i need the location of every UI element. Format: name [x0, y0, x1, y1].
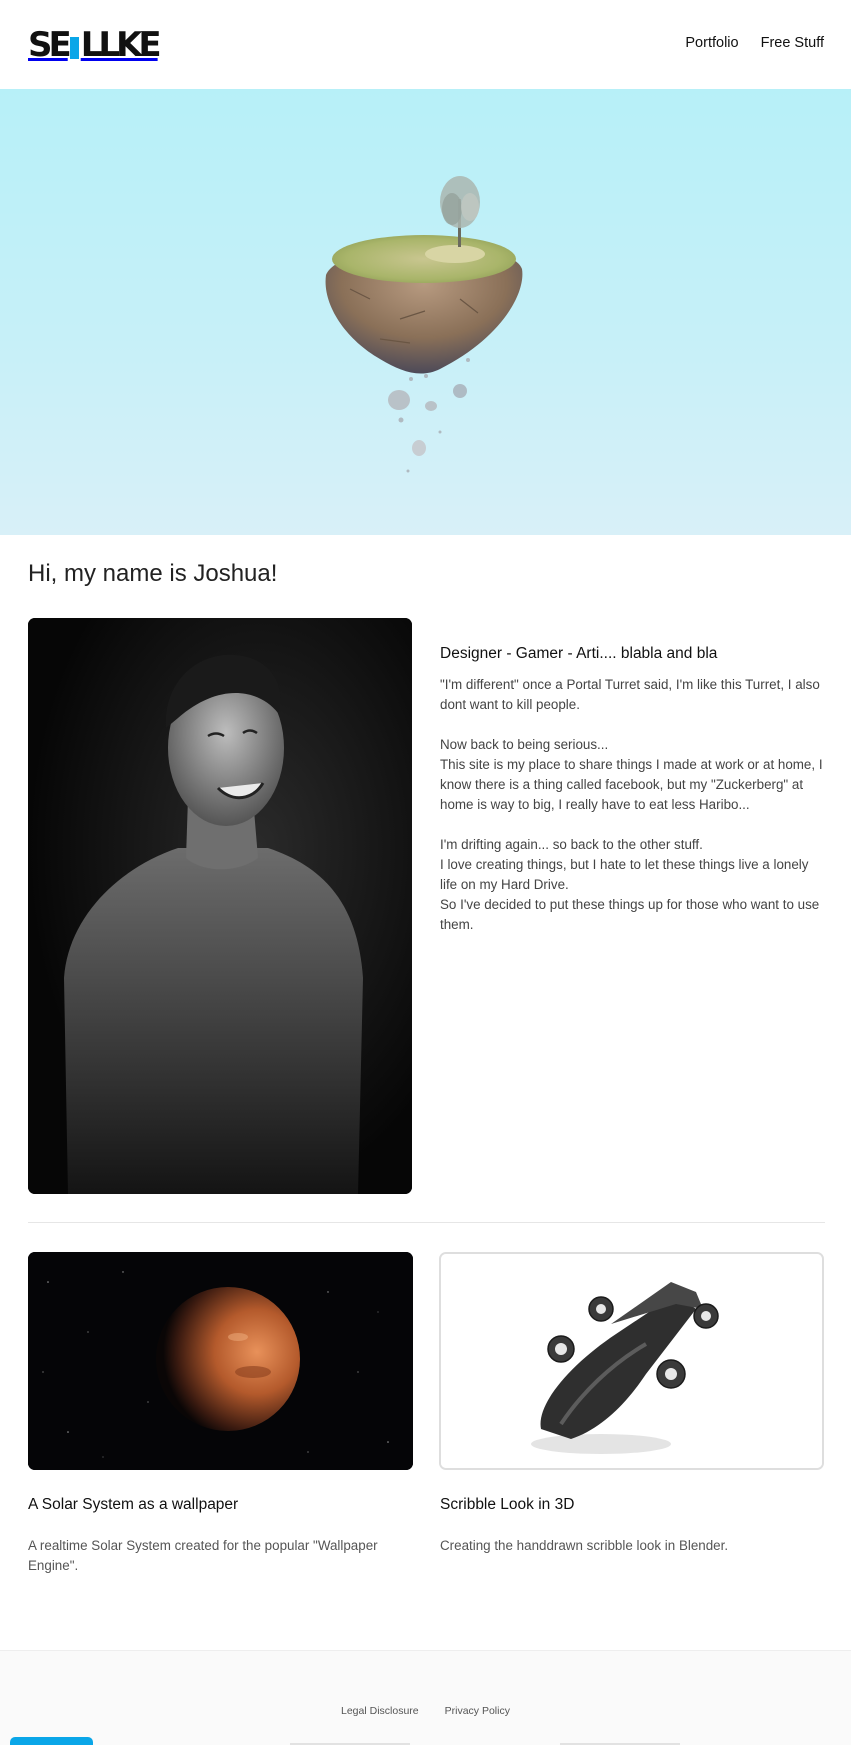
logo-text-end: LLKE	[80, 25, 162, 65]
nav-link-portfolio[interactable]: Portfolio	[685, 35, 738, 51]
project-desc-solar: A realtime Solar System created for the …	[28, 1538, 378, 1573]
site-logo[interactable]: SE LLKE	[28, 25, 162, 65]
logo-text-start: SE	[28, 25, 72, 65]
about-text: "I'm different" once a Portal Turret sai…	[440, 677, 823, 932]
about-section: Designer - Gamer - Arti.... blabla and b…	[440, 645, 826, 935]
project-card-solar-image[interactable]	[28, 1252, 413, 1470]
page-title: Hi, my name is Joshua!	[28, 560, 278, 587]
site-footer: Legal Disclosure Privacy Policy	[0, 1651, 851, 1745]
smiling-man-portrait-photo	[28, 618, 412, 1194]
project-title-solar[interactable]: A Solar System as a wallpaper	[28, 1496, 238, 1514]
portrait-photo	[28, 618, 412, 1194]
nav-link-free-stuff[interactable]: Free Stuff	[761, 35, 824, 51]
site-header: SE LLKE Portfolio Free Stuff	[0, 0, 851, 89]
project-desc-scribble: Creating the handdrawn scribble look in …	[440, 1538, 729, 1553]
mars-planet-image	[28, 1252, 413, 1470]
3d-spaceship-render	[441, 1254, 822, 1468]
hero-banner	[0, 89, 851, 535]
footer-links: Legal Disclosure Privacy Policy	[0, 1705, 851, 1717]
main-nav: Portfolio Free Stuff	[685, 35, 824, 51]
project-title-scribble[interactable]: Scribble Look in 3D	[440, 1496, 574, 1514]
floating-island-illustration	[325, 176, 523, 473]
section-divider	[28, 1222, 825, 1223]
project-card-scribble-image[interactable]	[439, 1252, 824, 1470]
footer-link-privacy-policy[interactable]: Privacy Policy	[445, 1705, 510, 1717]
logo-accent-bar	[69, 37, 79, 59]
cookie-consent-button[interactable]	[10, 1737, 93, 1745]
about-subtitle: Designer - Gamer - Arti.... blabla and b…	[440, 645, 718, 662]
footer-link-legal-disclosure[interactable]: Legal Disclosure	[341, 1705, 419, 1717]
